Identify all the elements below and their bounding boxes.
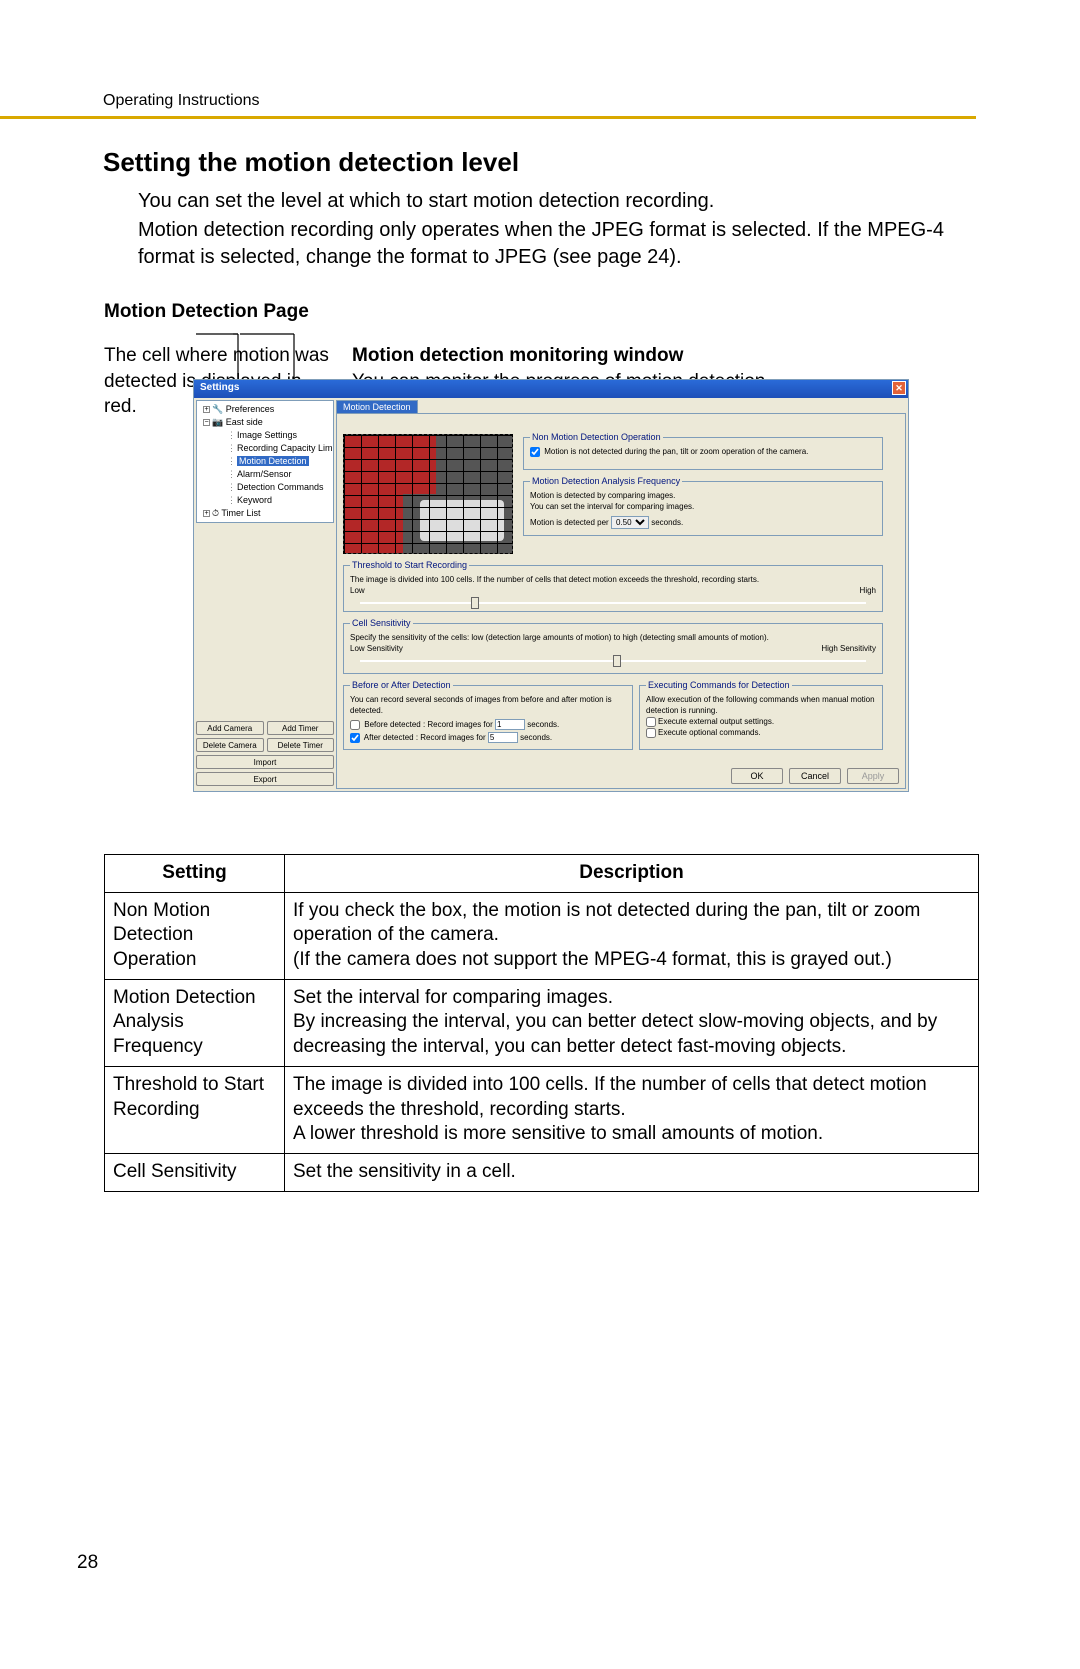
group-exec-cmds: Executing Commands for Detection Allow e…: [639, 680, 883, 750]
analysis-freq-select[interactable]: 0.50: [611, 516, 649, 529]
group-exec-cmds-legend: Executing Commands for Detection: [646, 680, 792, 690]
tree-keyword[interactable]: ⋮Keyword: [199, 494, 331, 507]
setting-cell: Non Motion Detection Operation: [105, 892, 285, 979]
exec-cmds-hint: Allow execution of the following command…: [646, 694, 876, 716]
threshold-low-label: Low: [350, 585, 365, 596]
page-title: Setting the motion detection level: [0, 119, 1080, 186]
group-non-motion: Non Motion Detection Operation Motion is…: [523, 432, 883, 470]
group-threshold: Threshold to Start Recording The image i…: [343, 560, 883, 612]
before-checkbox[interactable]: [350, 720, 360, 730]
cell-sens-high-label: High Sensitivity: [821, 643, 876, 654]
intro-para-1: You can set the level at which to start …: [0, 186, 1080, 215]
group-cell-sensitivity: Cell Sensitivity Specify the sensitivity…: [343, 618, 883, 674]
cancel-button[interactable]: Cancel: [789, 768, 841, 784]
motion-detection-panel: Non Motion Detection Operation Motion is…: [336, 413, 906, 789]
export-button[interactable]: Export: [196, 772, 334, 786]
after-seconds: seconds.: [520, 733, 552, 742]
tree-preferences[interactable]: +🔧 Preferences: [199, 403, 331, 416]
table-row: Motion Detection Analysis FrequencySet t…: [105, 979, 979, 1066]
setting-cell: Cell Sensitivity: [105, 1153, 285, 1191]
group-threshold-legend: Threshold to Start Recording: [350, 560, 469, 570]
description-cell: If you check the box, the motion is not …: [285, 892, 979, 979]
group-analysis-freq-legend: Motion Detection Analysis Frequency: [530, 476, 682, 486]
table-row: Non Motion Detection OperationIf you che…: [105, 892, 979, 979]
close-icon[interactable]: ✕: [892, 381, 906, 395]
exec-cmd1-label: Execute external output settings.: [658, 717, 774, 726]
exec-cmd1-checkbox[interactable]: [646, 717, 656, 727]
delete-camera-button[interactable]: Delete Camera: [196, 738, 264, 752]
import-button[interactable]: Import: [196, 755, 334, 769]
threshold-high-label: High: [860, 585, 876, 596]
tree-motion-detection[interactable]: ⋮Motion Detection: [199, 455, 331, 468]
description-cell: Set the sensitivity in a cell.: [285, 1153, 979, 1191]
settings-window: Settings ✕ +🔧 Preferences −📷 East side ⋮…: [193, 379, 909, 792]
tree-alarm-sensor[interactable]: ⋮Alarm/Sensor: [199, 468, 331, 481]
description-cell: Set the interval for comparing images.By…: [285, 979, 979, 1066]
th-setting: Setting: [105, 855, 285, 893]
tree-east-side[interactable]: −📷 East side: [199, 416, 331, 429]
tree-buttons: Add Camera Add Timer Delete Camera Delet…: [196, 721, 334, 789]
setting-cell: Threshold to Start Recording: [105, 1066, 285, 1153]
callout-right-title: Motion detection monitoring window: [352, 343, 972, 369]
tree-image-settings[interactable]: ⋮Image Settings: [199, 429, 331, 442]
analysis-freq-line1: Motion is detected by comparing images.: [530, 490, 876, 501]
analysis-freq-pre: Motion is detected per: [530, 518, 609, 527]
add-camera-button[interactable]: Add Camera: [196, 721, 264, 735]
non-motion-checkbox[interactable]: [530, 447, 540, 457]
before-after-hint: You can record several seconds of images…: [350, 694, 626, 716]
threshold-slider-thumb[interactable]: [471, 597, 479, 609]
threshold-slider[interactable]: [360, 598, 866, 608]
section-motion-page: Motion Detection Page: [0, 271, 1080, 323]
non-motion-checkbox-label: Motion is not detected during the pan, t…: [544, 447, 808, 456]
window-titlebar: Settings ✕: [194, 380, 908, 398]
intro-para-2: Motion detection recording only operates…: [0, 215, 1080, 271]
after-checkbox[interactable]: [350, 733, 360, 743]
motion-monitor-window[interactable]: [343, 434, 513, 554]
group-cell-sens-legend: Cell Sensitivity: [350, 618, 413, 628]
analysis-freq-post: seconds.: [651, 518, 683, 527]
group-non-motion-legend: Non Motion Detection Operation: [530, 432, 663, 442]
th-description: Description: [285, 855, 979, 893]
setting-cell: Motion Detection Analysis Frequency: [105, 979, 285, 1066]
tree-rec-capacity[interactable]: ⋮Recording Capacity Limit: [199, 442, 331, 455]
group-analysis-freq: Motion Detection Analysis Frequency Moti…: [523, 476, 883, 536]
add-timer-button[interactable]: Add Timer: [267, 721, 335, 735]
before-value-input[interactable]: [495, 719, 525, 730]
running-header: Operating Instructions: [0, 0, 976, 119]
window-title: Settings: [200, 382, 239, 393]
settings-tree[interactable]: +🔧 Preferences −📷 East side ⋮Image Setti…: [196, 400, 334, 523]
delete-timer-button[interactable]: Delete Timer: [267, 738, 335, 752]
ok-button[interactable]: OK: [731, 768, 783, 784]
group-before-after: Before or After Detection You can record…: [343, 680, 633, 750]
exec-cmd2-label: Execute optional commands.: [658, 728, 761, 737]
tab-motion-detection[interactable]: Motion Detection: [336, 400, 418, 413]
before-label: Before detected : Record images for: [364, 720, 493, 729]
group-before-after-legend: Before or After Detection: [350, 680, 453, 690]
settings-description-table: Setting Description Non Motion Detection…: [104, 854, 979, 1192]
table-row: Cell SensitivitySet the sensitivity in a…: [105, 1153, 979, 1191]
description-cell: The image is divided into 100 cells. If …: [285, 1066, 979, 1153]
exec-cmd2-checkbox[interactable]: [646, 728, 656, 738]
after-label: After detected : Record images for: [364, 733, 486, 742]
apply-button[interactable]: Apply: [847, 768, 899, 784]
table-row: Threshold to Start RecordingThe image is…: [105, 1066, 979, 1153]
tree-detection-commands[interactable]: ⋮Detection Commands: [199, 481, 331, 494]
tree-timer-list[interactable]: +⏱ Timer List: [199, 507, 331, 520]
cell-sens-low-label: Low Sensitivity: [350, 643, 403, 654]
before-seconds: seconds.: [527, 720, 559, 729]
cell-sens-slider-thumb[interactable]: [613, 655, 621, 667]
cell-sens-slider[interactable]: [360, 656, 866, 666]
page-number: 28: [77, 1552, 98, 1574]
cell-sens-hint: Specify the sensitivity of the cells: lo…: [350, 632, 876, 643]
after-value-input[interactable]: [488, 732, 518, 743]
analysis-freq-line2: You can set the interval for comparing i…: [530, 501, 876, 512]
threshold-hint: The image is divided into 100 cells. If …: [350, 574, 876, 585]
